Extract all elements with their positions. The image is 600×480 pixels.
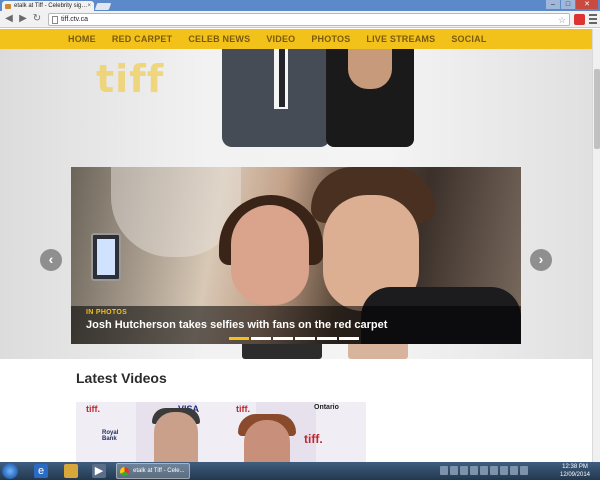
tiff-logo: tiff [96, 57, 165, 101]
internet-explorer-icon[interactable]: e [34, 464, 48, 478]
fan-face [231, 205, 309, 305]
nav-home[interactable]: HOME [68, 34, 96, 44]
maximize-button[interactable]: □ [561, 0, 575, 9]
reload-icon[interactable]: ↻ [31, 13, 43, 25]
tray-icon[interactable] [480, 466, 488, 475]
window-controls: – □ ✕ [546, 0, 598, 9]
sponsor-logo: tiff. [236, 404, 250, 414]
smartphone-image [91, 233, 121, 281]
browser-tab-strip: etalk at Tiff - Celebrity sig… × – □ ✕ [0, 0, 600, 12]
page-scrollbar[interactable] [592, 29, 600, 462]
nav-red-carpet[interactable]: RED CARPET [112, 34, 173, 44]
hero-banner: tiff IN PHOTOS Josh Hutcherson takes sel… [0, 49, 592, 359]
system-tray [440, 466, 528, 475]
bookmark-star-icon[interactable]: ☆ [558, 14, 566, 26]
taskbar-clock[interactable]: 12:38 PM 12/09/2014 [556, 463, 594, 479]
file-explorer-icon[interactable] [64, 464, 78, 478]
site-nav: HOME RED CARPET CELEB NEWS VIDEO PHOTOS … [0, 29, 592, 49]
nav-celeb-news[interactable]: CELEB NEWS [188, 34, 250, 44]
slide-dot[interactable] [317, 337, 337, 340]
tab-favicon-icon [5, 4, 11, 9]
slide-kicker: IN PHOTOS [86, 309, 128, 316]
sponsor-logo: tiff. [86, 404, 100, 414]
slide-pagination [229, 337, 359, 340]
slide-headline-link[interactable]: Josh Hutcherson takes selfies with fans … [86, 319, 387, 331]
tray-icon[interactable] [490, 466, 498, 475]
nav-photos[interactable]: PHOTOS [311, 34, 350, 44]
page-icon [52, 16, 58, 24]
address-url[interactable]: tiff.ctv.ca [61, 14, 88, 26]
slider-prev-button[interactable]: ‹ [40, 249, 62, 271]
chrome-menu-icon[interactable] [589, 14, 597, 24]
start-button[interactable] [2, 463, 18, 479]
slide-dot[interactable] [295, 337, 315, 340]
back-arrow-icon[interactable]: ◀ [3, 13, 15, 25]
volume-icon[interactable] [510, 466, 518, 475]
chrome-icon [120, 467, 129, 476]
nav-live-streams[interactable]: LIVE STREAMS [366, 34, 435, 44]
media-player-icon[interactable]: ▶ [92, 464, 106, 478]
tray-icon[interactable] [460, 466, 468, 475]
video-person-face [244, 420, 290, 462]
windows-taskbar: e ▶ etalk at Tiff - Cele... 12:38 PM 12/… [0, 462, 600, 480]
slide-dot[interactable] [339, 337, 359, 340]
slide-dot[interactable] [229, 337, 249, 340]
sponsor-logo: Royal Bank [102, 430, 119, 442]
minimize-button[interactable]: – [546, 0, 560, 9]
sponsor-logo: tiff. [304, 432, 323, 446]
address-bar[interactable]: tiff.ctv.ca ☆ [48, 13, 570, 26]
man-tie [279, 49, 285, 107]
close-window-button[interactable]: ✕ [576, 0, 598, 9]
taskbar-task-label: etalk at Tiff - Cele... [133, 468, 185, 474]
woman-neckline [348, 49, 392, 89]
nav-video[interactable]: VIDEO [266, 34, 295, 44]
browser-toolbar: ◀ ▶ ↻ tiff.ctv.ca ☆ [0, 11, 600, 28]
tray-icon[interactable] [470, 466, 478, 475]
tray-icon[interactable] [450, 466, 458, 475]
forward-arrow-icon[interactable]: ▶ [17, 13, 29, 25]
flag-icon[interactable] [520, 466, 528, 475]
video-person-face [154, 412, 198, 462]
slider-next-button[interactable]: › [530, 249, 552, 271]
taskbar-chrome-task[interactable]: etalk at Tiff - Cele... [116, 463, 190, 479]
nav-social[interactable]: SOCIAL [451, 34, 486, 44]
slide-dot[interactable] [251, 337, 271, 340]
page-viewport: tiff IN PHOTOS Josh Hutcherson takes sel… [0, 29, 592, 462]
tray-icon[interactable] [440, 466, 448, 475]
extension-icon[interactable] [574, 14, 585, 25]
clock-time: 12:38 PM [562, 464, 588, 470]
sponsor-logo: Ontario [314, 404, 339, 411]
network-icon[interactable] [500, 466, 508, 475]
slide-dot[interactable] [273, 337, 293, 340]
photo-slider[interactable]: IN PHOTOS Josh Hutcherson takes selfies … [71, 167, 521, 344]
latest-videos-heading: Latest Videos [76, 370, 167, 386]
video-thumbnail[interactable]: tiff. VISA tiff. Ontario Royal Bank tiff… [76, 402, 366, 462]
clock-date: 12/09/2014 [559, 472, 591, 478]
scrollbar-thumb[interactable] [594, 69, 600, 149]
tab-title: etalk at Tiff - Celebrity sig… [14, 3, 88, 9]
new-tab-button[interactable] [94, 3, 112, 10]
